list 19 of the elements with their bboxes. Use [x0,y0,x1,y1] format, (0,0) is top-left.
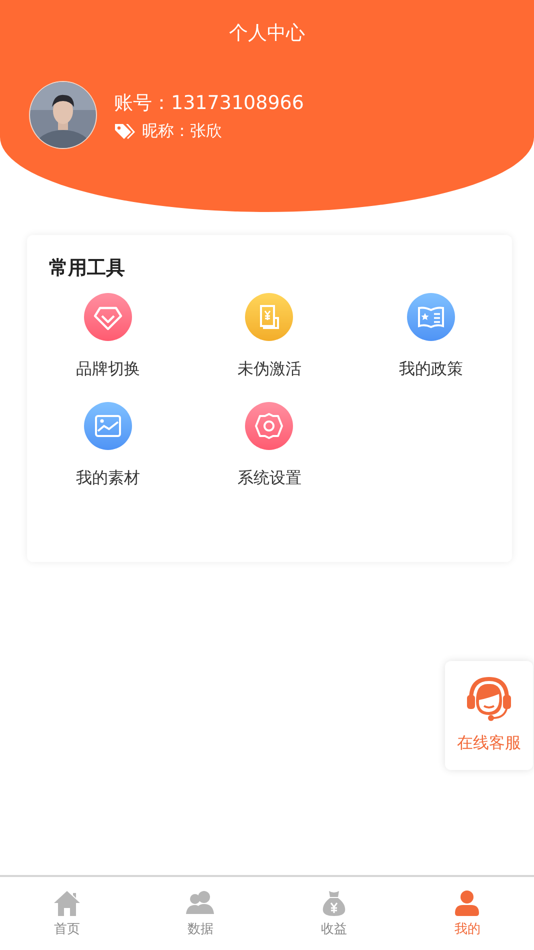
tool-item[interactable]: 系统设置 [188,402,350,489]
tool-item[interactable]: 我的素材 [27,402,189,489]
home-icon [52,889,82,917]
image-icon [84,402,132,450]
account-number: 账号：13173108966 [114,90,304,116]
people-icon [185,889,216,917]
page-title: 个人中心 [228,21,306,46]
tab[interactable]: 数据 [134,877,267,950]
tool-item[interactable]: 品牌切换 [27,293,189,380]
tab[interactable]: 首页 [0,877,134,950]
receipt-icon [245,293,294,341]
gear-icon [245,402,294,450]
tool-item[interactable]: 未伪激活 [188,293,350,380]
book-icon [407,293,456,341]
nickname: 昵称：张欣 [142,120,222,142]
tool-item[interactable]: 我的政策 [350,293,512,380]
tag-icon [114,122,136,140]
tab[interactable]: 收益 [267,877,400,950]
section-title: 常用工具 [49,256,126,281]
